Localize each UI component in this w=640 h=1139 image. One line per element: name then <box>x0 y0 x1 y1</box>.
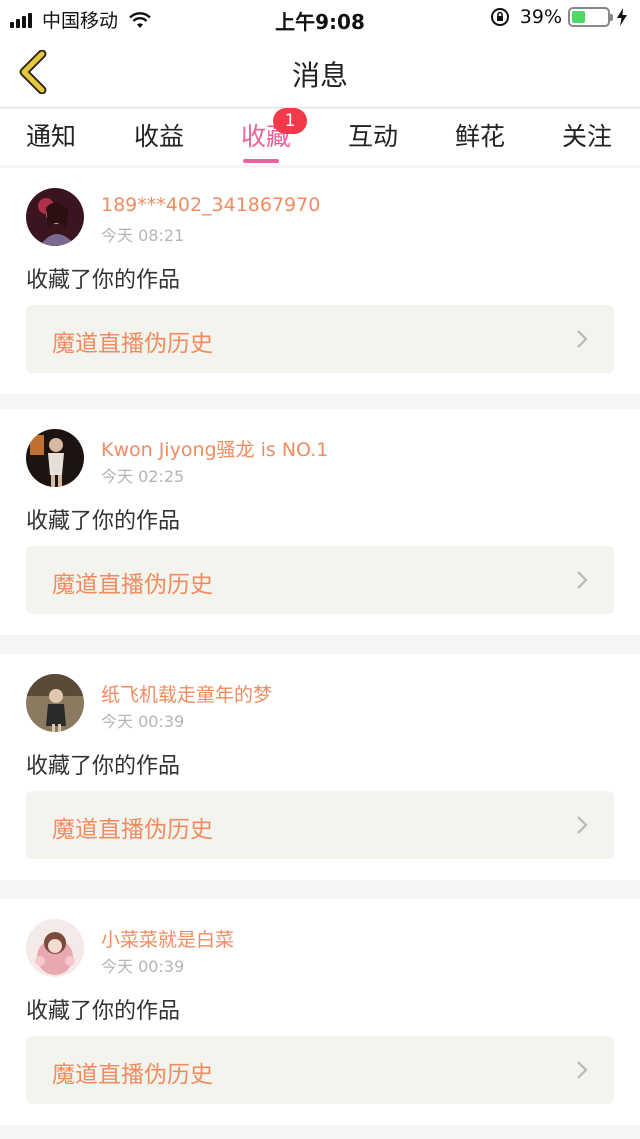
message-card: 小菜菜就是白菜 今天 00:39 收藏了你的作品 魔道直播伪历史 <box>0 899 640 1125</box>
avatar-image <box>26 919 84 977</box>
action-text: 收藏了你的作品 <box>26 754 181 779</box>
tab-interactions[interactable]: 互动 <box>333 117 413 153</box>
tab-label: 互动 <box>347 122 398 151</box>
tab-flowers[interactable]: 鲜花 <box>440 117 520 153</box>
battery-fill <box>572 11 586 23</box>
work-title: 魔道直播伪历史 <box>52 331 213 357</box>
tab-label: 通知 <box>25 122 76 151</box>
avatar-image <box>26 674 84 732</box>
work-link[interactable]: 魔道直播伪历史 <box>26 546 614 614</box>
battery-icon <box>568 7 613 27</box>
username-link[interactable]: 189***402_341867970 <box>101 194 320 216</box>
message-card: 189***402_341867970 今天 08:21 收藏了你的作品 魔道直… <box>0 168 640 394</box>
avatar[interactable] <box>26 188 84 246</box>
tab-favorites[interactable]: 收藏 1 <box>226 108 307 163</box>
chevron-right-icon <box>577 330 588 348</box>
avatar[interactable] <box>26 674 84 732</box>
chevron-right-icon <box>577 571 588 589</box>
tab-label: 鲜花 <box>454 122 505 151</box>
page-title: 消息 <box>291 59 348 92</box>
work-title: 魔道直播伪历史 <box>52 572 213 598</box>
message-time: 今天 00:39 <box>101 712 185 731</box>
message-card: 纸飞机载走童年的梦 今天 00:39 收藏了你的作品 魔道直播伪历史 <box>0 654 640 880</box>
chevron-right-icon <box>577 1061 588 1079</box>
charging-icon <box>617 8 627 26</box>
work-link[interactable]: 魔道直播伪历史 <box>26 1036 614 1104</box>
tab-label: 收益 <box>133 122 184 151</box>
tab-bar: 通知 收益 收藏 1 互动 鲜花 关注 <box>0 108 640 165</box>
work-link[interactable]: 魔道直播伪历史 <box>26 791 614 859</box>
username-link[interactable]: Kwon Jiyong骚龙 is NO.1 <box>101 435 328 462</box>
tab-earnings[interactable]: 收益 <box>119 117 199 153</box>
message-card: Kwon Jiyong骚龙 is NO.1 今天 02:25 收藏了你的作品 魔… <box>0 409 640 635</box>
rotation-lock-icon <box>490 8 509 26</box>
avatar-image <box>26 188 84 246</box>
message-time: 今天 00:39 <box>101 957 185 976</box>
tab-label: 关注 <box>561 122 612 151</box>
active-tab-indicator <box>243 159 279 163</box>
avatar-image <box>26 429 84 487</box>
nav-bar: 消息 <box>0 36 640 108</box>
work-title: 魔道直播伪历史 <box>52 817 213 843</box>
chevron-right-icon <box>577 816 588 834</box>
status-bar: 中国移动 上午9:08 39% <box>0 0 640 36</box>
status-right: 39% <box>490 6 628 28</box>
username-link[interactable]: 小菜菜就是白菜 <box>101 925 234 952</box>
work-title: 魔道直播伪历史 <box>52 1062 213 1088</box>
action-text: 收藏了你的作品 <box>26 999 181 1024</box>
tab-notifications[interactable]: 通知 <box>11 117 91 153</box>
action-text: 收藏了你的作品 <box>26 509 181 534</box>
work-link[interactable]: 魔道直播伪历史 <box>26 305 614 373</box>
avatar[interactable] <box>26 429 84 487</box>
tab-follows[interactable]: 关注 <box>547 117 627 153</box>
unread-badge: 1 <box>273 108 307 134</box>
avatar[interactable] <box>26 919 84 977</box>
message-time: 今天 02:25 <box>101 467 185 486</box>
battery-percent: 39% <box>519 6 562 28</box>
action-text: 收藏了你的作品 <box>26 268 181 293</box>
username-link[interactable]: 纸飞机载走童年的梦 <box>101 680 272 707</box>
message-time: 今天 08:21 <box>101 226 185 245</box>
